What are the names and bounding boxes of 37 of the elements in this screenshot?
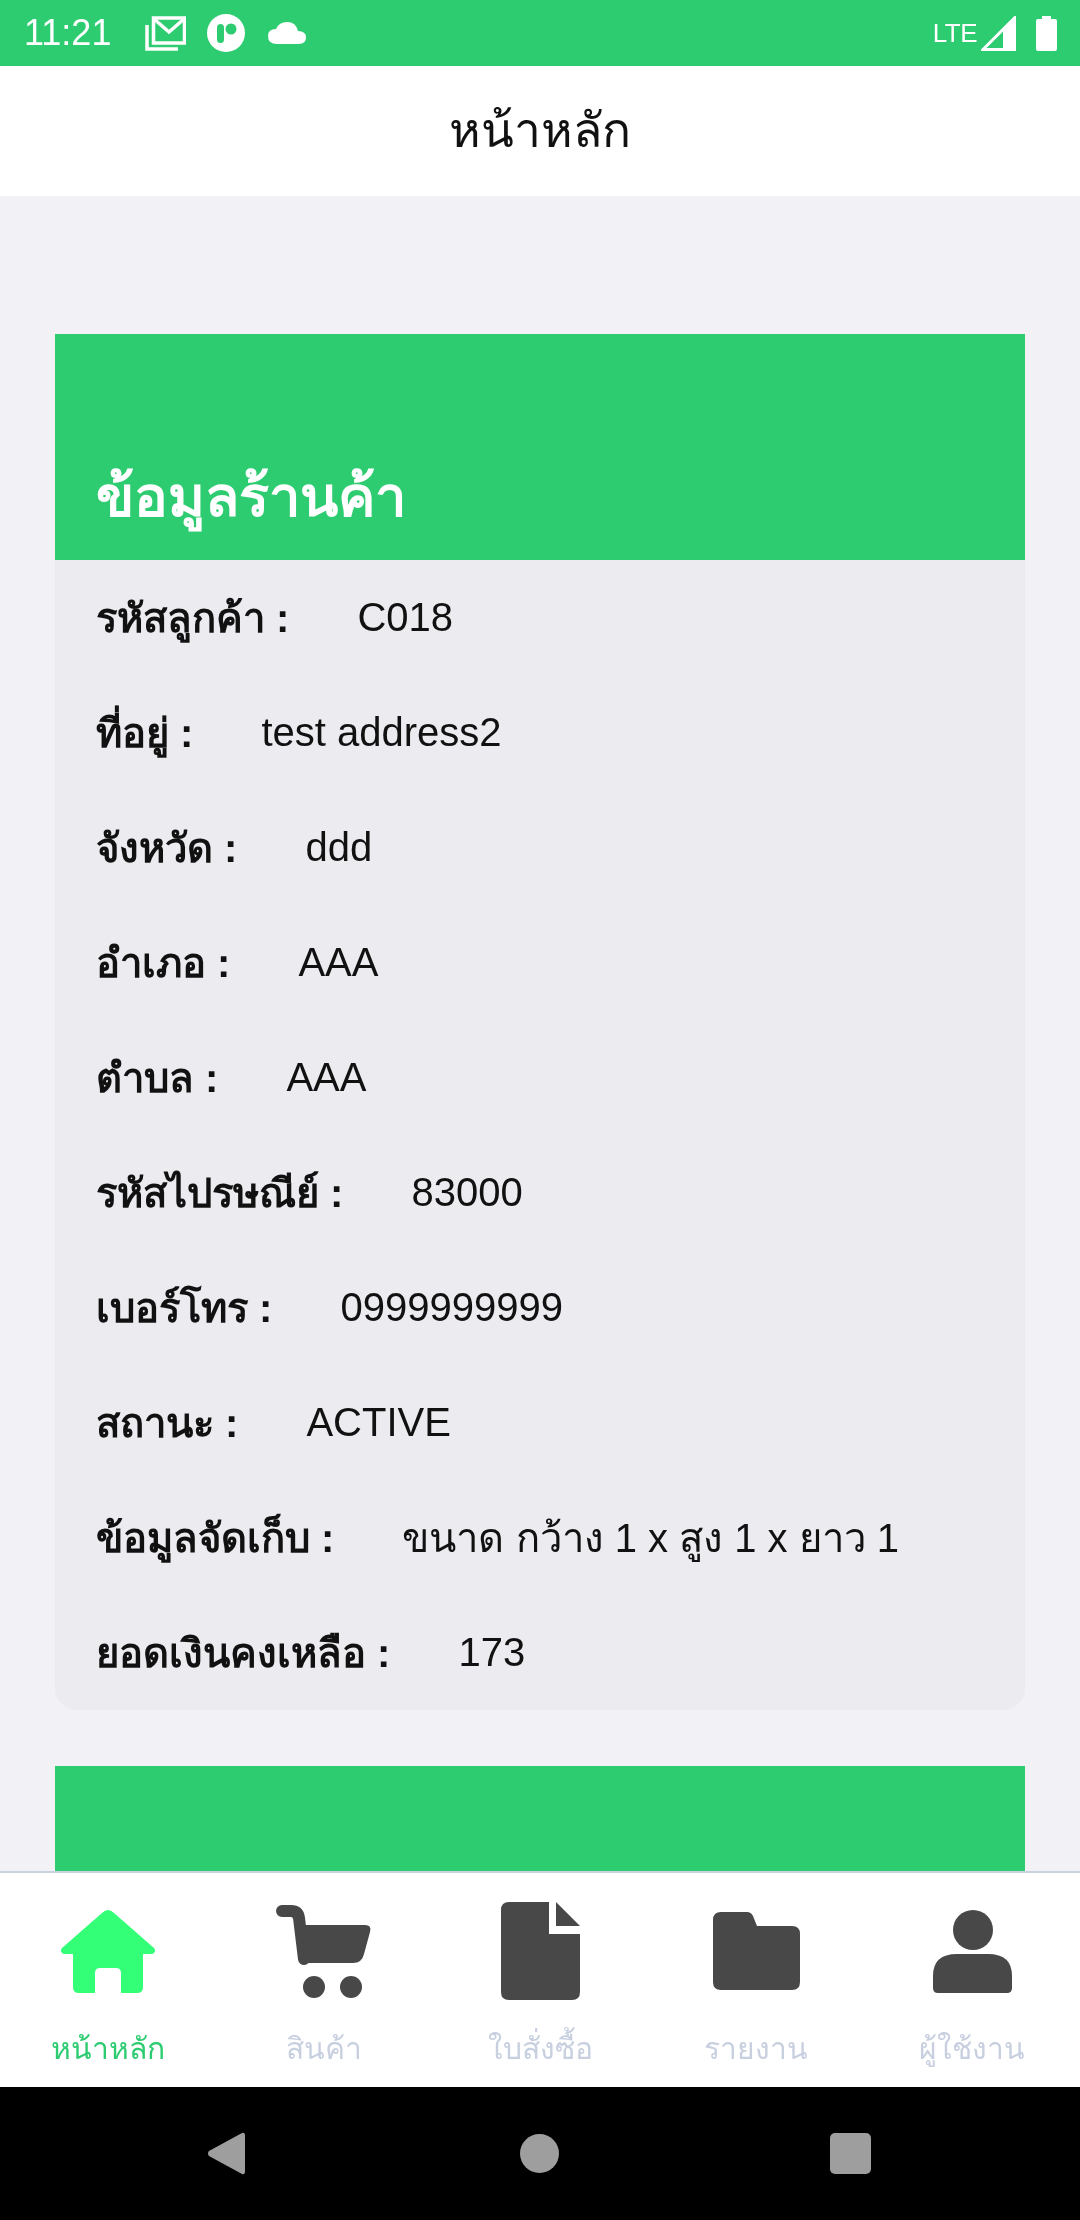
back-icon[interactable] [207, 2132, 245, 2175]
folder-icon [712, 1912, 800, 1990]
network-type-label: LTE [932, 20, 977, 46]
person-icon [932, 1909, 1012, 1993]
field-value: AAA [286, 1055, 367, 1100]
circle-logo-icon [207, 14, 246, 52]
field-value: 83000 [411, 1170, 523, 1215]
field-value: ขนาด กว้าง 1 x สูง 1 x ยาว 1 [402, 1514, 900, 1564]
field-label: รหัสไปรษณีย์ : [96, 1169, 344, 1217]
field-value: 173 [458, 1630, 526, 1675]
circle-icon[interactable] [520, 2134, 559, 2173]
field-label: ที่อยู่ : [96, 700, 194, 765]
mail-icon [145, 15, 187, 51]
field-value: ddd [305, 825, 373, 870]
field-label: ข้อมูลจัดเก็บ : [96, 1505, 335, 1570]
home-icon [59, 1909, 157, 1993]
signal-icon [981, 15, 1016, 51]
battery-icon [1036, 15, 1057, 51]
field-label: อำเภอ : [96, 939, 231, 987]
field-label: ตำบล : [96, 1054, 219, 1102]
cloud-icon [268, 22, 307, 44]
document-icon [500, 1902, 580, 2000]
field-value: ACTIVE [306, 1400, 451, 1445]
field-label: รหัสลูกค้า : [96, 585, 290, 650]
page-title: หน้าหลัก [449, 102, 631, 159]
field-label: จังหวัด : [96, 824, 238, 872]
field-value: AAA [298, 940, 379, 985]
field-label: ยอดเงินคงเหลือ : [96, 1629, 391, 1677]
card-title: ข้อมูลร้านค้า [96, 461, 406, 534]
field-value: C018 [357, 595, 454, 640]
field-value: 0999999999 [340, 1285, 563, 1330]
field-value: test address2 [261, 710, 502, 755]
cart-icon [276, 1903, 372, 1999]
nav-tab[interactable]: หน้าหลัก [0, 1873, 216, 2087]
field-label: เบอร์โทร : [96, 1284, 273, 1332]
clock-time: 11:21 [24, 15, 112, 51]
field-label: สถานะ : [96, 1399, 239, 1447]
